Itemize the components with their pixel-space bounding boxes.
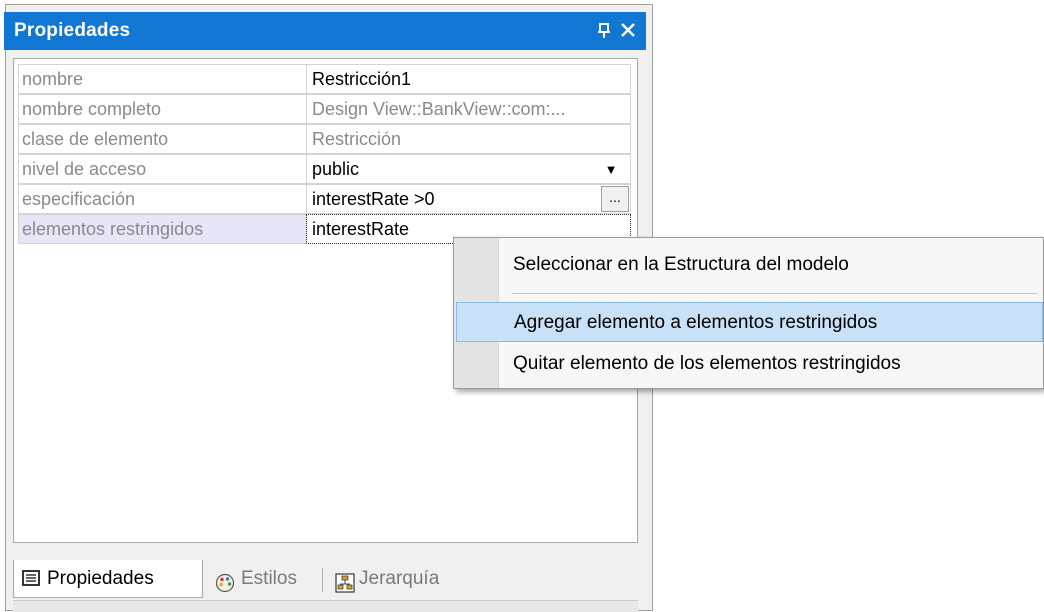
property-name: nombre xyxy=(18,64,307,94)
tab-label: Estilos xyxy=(241,568,297,589)
property-row-nivel-de-acceso[interactable]: nivel de acceso public ▼ xyxy=(18,154,631,184)
property-value: interestRate >0 xyxy=(312,189,435,209)
property-name: especificación xyxy=(18,184,307,214)
tab-label: Jerarquía xyxy=(359,568,440,589)
panel-title: Propiedades xyxy=(14,20,131,41)
context-menu: Seleccionar en la Estructura del modelo … xyxy=(453,237,1044,389)
menu-item-quitar[interactable]: Quitar elemento de los elementos restrin… xyxy=(456,344,1043,384)
close-icon[interactable] xyxy=(616,16,640,44)
tab-propiedades[interactable]: Propiedades xyxy=(13,560,203,598)
property-name: elementos restringidos xyxy=(18,214,307,244)
panel-tabbar: Propiedades Estilos Jerarquía xyxy=(13,560,638,598)
property-name: nivel de acceso xyxy=(18,154,307,184)
property-row-nombre[interactable]: nombre Restricción1 xyxy=(18,64,631,94)
specification-field[interactable]: interestRate >0 ... xyxy=(306,184,631,214)
properties-icon xyxy=(22,570,40,586)
panel-titlebar[interactable]: Propiedades xyxy=(4,12,646,50)
menu-item-label: Seleccionar en la Estructura del modelo xyxy=(513,254,849,275)
property-value: Design View::BankView::com:... xyxy=(306,94,631,124)
property-value: Restricción xyxy=(306,124,631,154)
property-row-nombre-completo[interactable]: nombre completo Design View::BankView::c… xyxy=(18,94,631,124)
panel-bottom-strip xyxy=(13,600,638,612)
property-value[interactable]: Restricción1 xyxy=(306,64,631,94)
menu-item-seleccionar[interactable]: Seleccionar en la Estructura del modelo xyxy=(456,245,1043,285)
property-name: clase de elemento xyxy=(18,124,307,154)
property-value: public xyxy=(312,159,360,179)
tab-estilos[interactable]: Estilos xyxy=(211,560,329,598)
menu-separator xyxy=(512,293,1037,294)
ellipsis-button[interactable]: ... xyxy=(601,186,629,212)
property-row-clase-de-elemento[interactable]: clase de elemento Restricción xyxy=(18,124,631,154)
menu-item-label: Agregar elemento a elementos restringido… xyxy=(514,312,878,333)
tab-label: Propiedades xyxy=(47,568,154,589)
property-row-especificacion[interactable]: especificación interestRate >0 ... xyxy=(18,184,631,214)
tab-separator xyxy=(322,568,323,592)
pin-icon[interactable] xyxy=(594,18,614,44)
menu-item-agregar[interactable]: Agregar elemento a elementos restringido… xyxy=(456,302,1043,342)
property-name: nombre completo xyxy=(18,94,307,124)
tab-jerarquia[interactable]: Jerarquía xyxy=(333,560,483,598)
menu-item-label: Quitar elemento de los elementos restrin… xyxy=(513,353,901,374)
chevron-down-icon[interactable]: ▼ xyxy=(598,159,624,181)
access-level-select[interactable]: public ▼ xyxy=(306,154,631,184)
